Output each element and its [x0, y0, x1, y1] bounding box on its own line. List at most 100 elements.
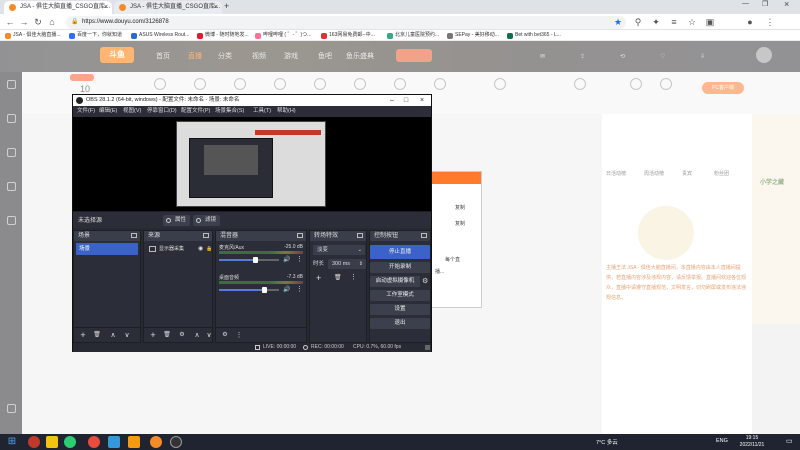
obs-minimize-icon[interactable]: –	[385, 95, 399, 106]
close-tab-icon[interactable]: ×	[214, 1, 218, 14]
background-dialog[interactable]: 复制 复制 每个直 播...	[430, 171, 482, 308]
minimize-icon[interactable]: —	[742, 0, 749, 7]
menu-icon[interactable]: ⋮	[764, 16, 776, 28]
taskbar-app-icon[interactable]	[128, 436, 140, 448]
undock-icon[interactable]	[297, 233, 303, 238]
undock-icon[interactable]	[131, 233, 137, 238]
source-properties-icon[interactable]: ⚙	[177, 331, 187, 340]
menu-edit[interactable]: 编辑(E)	[99, 106, 117, 117]
settings-button[interactable]: 设置	[370, 304, 430, 315]
back-icon[interactable]: ←	[4, 16, 16, 28]
scene-list-item[interactable]: 场景	[76, 243, 138, 255]
copy-link[interactable]: 复制	[455, 220, 465, 227]
maximize-icon[interactable]: ❐	[762, 0, 768, 8]
menu-docks[interactable]: 停靠窗口(D)	[147, 106, 177, 117]
speaker-icon[interactable]: 🔊	[283, 256, 290, 263]
menu-scene-collection[interactable]: 场景集合(S)	[215, 106, 244, 117]
taskbar-app-icon[interactable]	[108, 436, 120, 448]
browser-tab[interactable]: JSA - 俱佳大脑直播_CSGO直库... ×	[114, 1, 222, 14]
volume-knob[interactable]	[261, 287, 267, 293]
volume-knob[interactable]	[252, 257, 258, 263]
add-transition-icon[interactable]: +	[316, 273, 321, 283]
obs-taskbar-icon[interactable]	[170, 436, 182, 448]
bookmark-star-icon[interactable]: ★	[612, 16, 624, 28]
profile-avatar[interactable]: ●	[744, 16, 756, 28]
remove-source-icon[interactable]: 🗑	[162, 331, 172, 340]
stop-streaming-button[interactable]: 停止直播	[370, 245, 430, 259]
add-source-icon[interactable]: +	[148, 331, 158, 340]
volume-slider[interactable]	[219, 287, 279, 293]
properties-button[interactable]: 属性	[163, 215, 191, 226]
exit-button[interactable]: 退出	[370, 318, 430, 329]
remove-transition-icon[interactable]: 🗑	[334, 274, 342, 281]
bookmark-hospital[interactable]: 北京儿童医院预约...	[386, 30, 439, 41]
extensions-puzzle-icon[interactable]: ✦	[650, 16, 662, 28]
move-down-icon[interactable]: ∨	[204, 331, 214, 340]
windows-start-icon[interactable]: ⊞	[6, 436, 18, 448]
menu-help[interactable]: 帮助(H)	[277, 106, 296, 117]
studio-mode-button[interactable]: 工作室模式	[370, 290, 430, 301]
edge-browser-icon[interactable]	[64, 436, 76, 448]
channel-menu-icon[interactable]: ⋮	[296, 285, 303, 293]
bookmark-baidu[interactable]: 百度一下，你就知道	[68, 30, 122, 41]
start-virtual-camera-button[interactable]: 启动虚拟摄像机	[370, 276, 420, 287]
bookmark-bet365[interactable]: Bet with bet365 - L...	[506, 30, 561, 41]
volume-slider[interactable]	[219, 257, 279, 263]
filters-button[interactable]: 滤镜	[193, 215, 221, 226]
undock-icon[interactable]	[421, 233, 427, 238]
start-recording-button[interactable]: 开始录制	[370, 262, 430, 273]
weather-widget[interactable]: 7°C 多云	[596, 438, 618, 446]
system-clock[interactable]: 19:15 2022/11/21	[728, 435, 776, 449]
undock-icon[interactable]	[203, 233, 209, 238]
language-indicator[interactable]: ENG	[716, 438, 728, 444]
favorites-icon[interactable]: ☆	[686, 16, 698, 28]
extension-icon[interactable]: ⚲	[632, 16, 644, 28]
home-icon[interactable]: ⌂	[46, 16, 58, 28]
resize-grip-icon[interactable]	[425, 345, 430, 350]
taskbar-app-icon[interactable]	[28, 436, 40, 448]
advanced-audio-icon[interactable]: ⚙	[220, 331, 230, 340]
transition-type-select[interactable]: 淡变 ⌄	[313, 245, 365, 255]
lock-icon[interactable]: 🔒	[206, 243, 212, 255]
notifications-icon[interactable]: ▭	[786, 437, 793, 445]
chrome-icon[interactable]	[150, 436, 162, 448]
move-up-icon[interactable]: ∧	[108, 331, 118, 340]
browser-tab[interactable]: JSA - 俱佳大脑直播_CSGO直库... ×	[4, 1, 112, 14]
move-down-icon[interactable]: ∨	[122, 331, 132, 340]
bookmark-weibo[interactable]: 微博 - 随时随地发...	[196, 30, 249, 41]
file-explorer-icon[interactable]	[46, 436, 58, 448]
mixer-menu-icon[interactable]: ⋮	[234, 331, 244, 340]
close-window-icon[interactable]: ×	[784, 0, 789, 9]
menu-view[interactable]: 视图(V)	[123, 106, 141, 117]
transition-menu-icon[interactable]: ⋮	[350, 273, 357, 281]
visibility-eye-icon[interactable]: ◉	[198, 243, 203, 255]
bookmark-163[interactable]: 163网易免费邮--中...	[320, 30, 375, 41]
bookmark-sepay[interactable]: SEPay - 美好移动...	[446, 30, 499, 41]
obs-maximize-icon[interactable]: □	[399, 95, 413, 106]
copy-link[interactable]: 复制	[455, 204, 465, 211]
reading-list-icon[interactable]: ≡	[668, 16, 680, 28]
collections-icon[interactable]: ▣	[704, 16, 716, 28]
bookmark-jsa[interactable]: JSA - 俱佳大脑直播...	[4, 30, 61, 41]
obs-close-icon[interactable]: ×	[415, 95, 429, 106]
forward-icon[interactable]: →	[18, 16, 30, 28]
undock-icon[interactable]	[357, 233, 363, 238]
bookmark-bilibili[interactable]: 哔哩哔哩 ( ゜- ゜)つ...	[254, 30, 311, 41]
new-tab-button[interactable]: +	[224, 1, 229, 11]
menu-tools[interactable]: 工具(T)	[253, 106, 271, 117]
reload-icon[interactable]: ↻	[32, 16, 44, 28]
close-tab-icon[interactable]: ×	[104, 1, 108, 14]
duration-spinbox[interactable]: 300 ms ⇕	[328, 259, 366, 269]
speaker-icon[interactable]: 🔊	[283, 286, 290, 293]
virtual-camera-settings-icon[interactable]: ⚙	[422, 277, 428, 285]
channel-menu-icon[interactable]: ⋮	[296, 255, 303, 263]
menu-file[interactable]: 文件(F)	[77, 106, 95, 117]
source-list-item[interactable]: 显示器采集 ◉ 🔒	[146, 243, 212, 255]
url-input[interactable]: 🔒 https://www.douyu.com/3126878	[66, 15, 626, 29]
netease-music-icon[interactable]	[88, 436, 100, 448]
bookmark-asus[interactable]: ASUS Wireless Rout...	[130, 30, 189, 41]
obs-preview-canvas[interactable]	[73, 117, 431, 211]
move-up-icon[interactable]: ∧	[192, 331, 202, 340]
remove-scene-icon[interactable]: 🗑	[92, 331, 102, 340]
add-scene-icon[interactable]: +	[78, 331, 88, 340]
